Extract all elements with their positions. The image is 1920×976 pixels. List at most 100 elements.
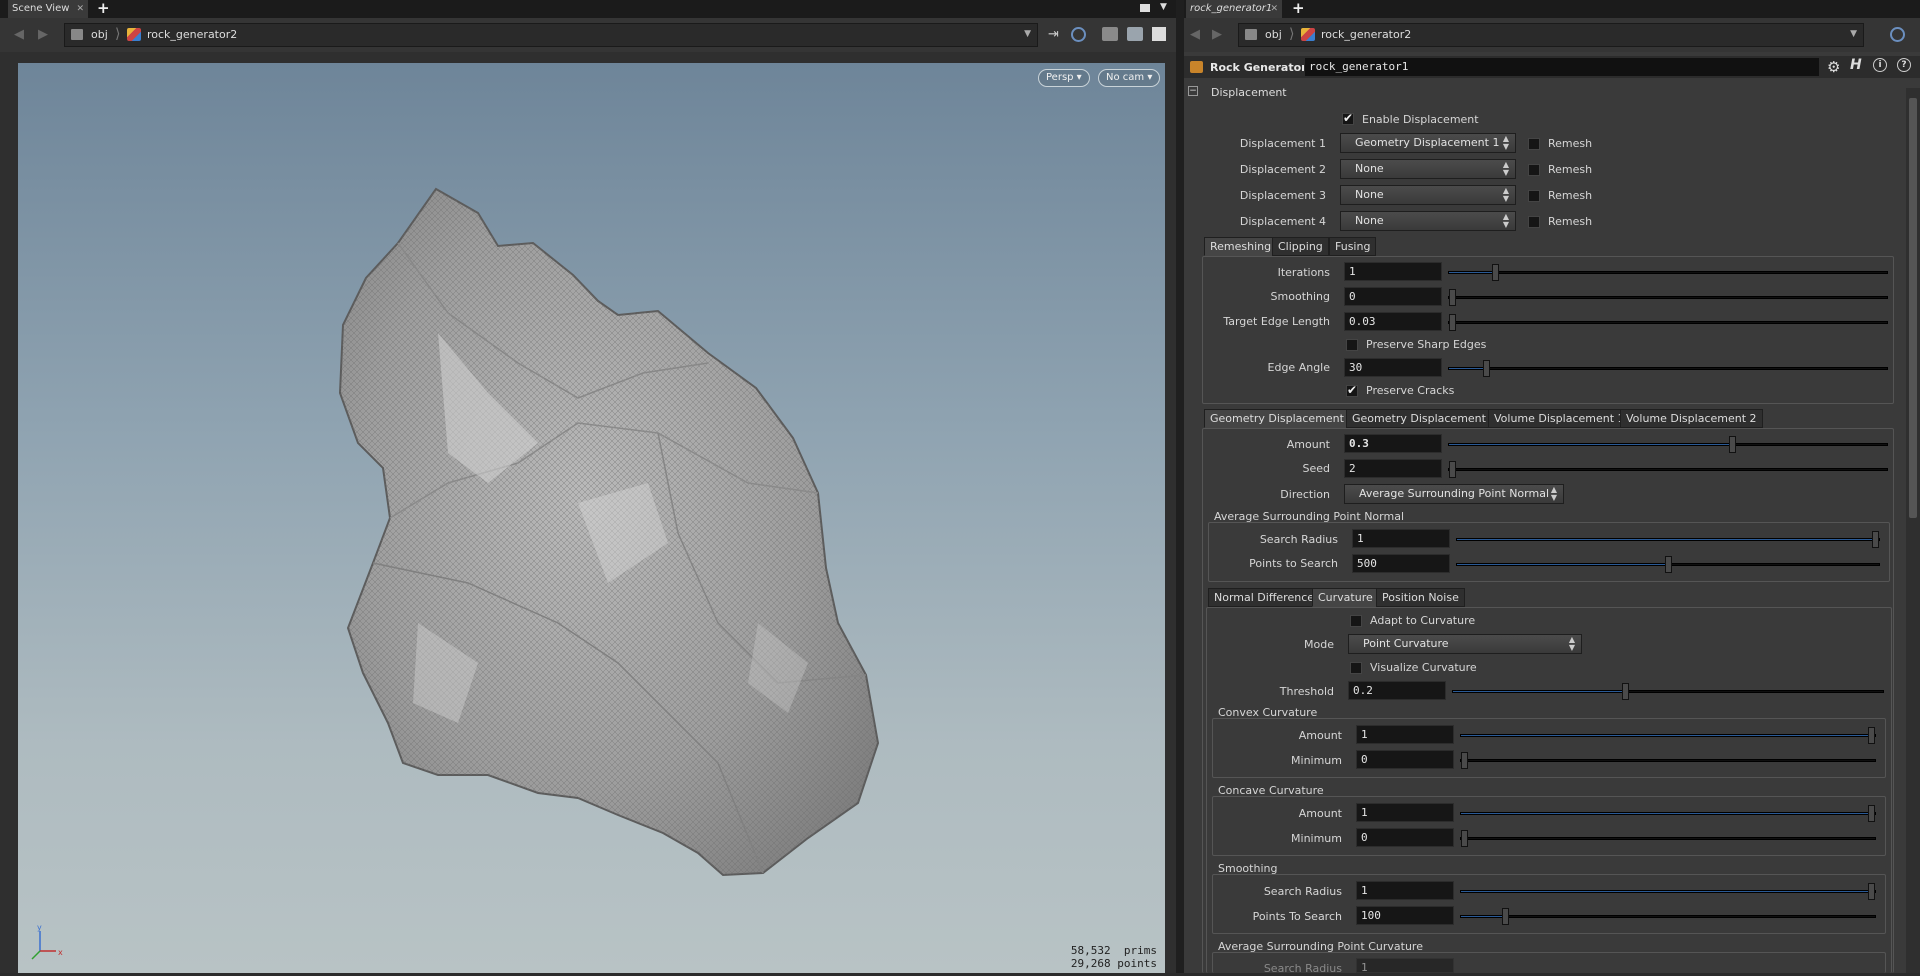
mode-menu[interactable]: Point Curvature ▲ ▼ [1348, 634, 1582, 654]
slider-handle[interactable] [1868, 727, 1875, 744]
points-to-search-slider[interactable] [1456, 556, 1880, 573]
displacement-4-menu[interactable]: None ▲ ▼ [1340, 211, 1516, 231]
slider-handle[interactable] [1665, 556, 1672, 573]
view-toggle-icon[interactable] [1152, 27, 1166, 41]
slider-handle[interactable] [1492, 264, 1499, 281]
convex-amount-field[interactable]: 1 [1356, 725, 1454, 744]
sm-radius-slider[interactable] [1460, 883, 1876, 900]
tab-fusing[interactable]: Fusing [1329, 237, 1377, 256]
add-tab-icon[interactable]: + [97, 0, 110, 17]
search-radius-field[interactable]: 1 [1352, 529, 1450, 548]
preserve-sharp-checkbox[interactable] [1346, 339, 1358, 351]
parameter-scrollbar[interactable] [1906, 88, 1920, 973]
seed-field[interactable]: 2 [1344, 459, 1442, 478]
remesh-3-checkbox[interactable] [1528, 190, 1540, 202]
edge-angle-slider[interactable] [1448, 360, 1888, 377]
back-arrow-icon[interactable]: ◀ [14, 27, 24, 42]
amount-slider[interactable] [1448, 436, 1888, 453]
pin-icon[interactable]: ⇥ [1048, 27, 1059, 42]
remesh-4-checkbox[interactable] [1528, 216, 1540, 228]
target-edge-field[interactable]: 0.03 [1344, 312, 1442, 331]
pane-divider[interactable] [1176, 0, 1184, 973]
close-icon[interactable]: ✕ [1270, 0, 1278, 18]
path-bar[interactable]: obj ⟩ rock_generator2 ▼ [64, 23, 1038, 47]
slider-handle[interactable] [1449, 289, 1456, 306]
add-tab-icon[interactable]: + [1292, 0, 1305, 17]
slider-handle[interactable] [1461, 830, 1468, 847]
forward-arrow-icon[interactable]: ▶ [1212, 27, 1222, 42]
tab-rock-generator1[interactable]: rock_generator1 ✕ [1186, 0, 1282, 18]
slider-handle[interactable] [1483, 360, 1490, 377]
tab-position-noise[interactable]: Position Noise [1376, 588, 1465, 607]
iterations-slider[interactable] [1448, 264, 1888, 281]
displacement-1-menu[interactable]: Geometry Displacement 1 ▲ ▼ [1340, 133, 1516, 153]
node-name-field[interactable]: rock_generator1 [1304, 57, 1820, 77]
convex-min-slider[interactable] [1460, 752, 1876, 769]
tab-geometry-displacement-2[interactable]: Geometry Displacement 2 [1346, 409, 1503, 428]
displacement-3-menu[interactable]: None ▲ ▼ [1340, 185, 1516, 205]
tab-geometry-displacement-1[interactable]: Geometry Displacement 1 [1204, 409, 1361, 428]
threshold-slider[interactable] [1452, 683, 1884, 700]
pane-dropdown-icon[interactable]: ▼ [1160, 2, 1167, 12]
close-icon[interactable]: ✕ [76, 0, 84, 18]
slider-handle[interactable] [1449, 461, 1456, 478]
concave-amount-slider[interactable] [1460, 805, 1876, 822]
link-icon[interactable] [1071, 27, 1086, 42]
slider-handle[interactable] [1622, 683, 1629, 700]
tab-curvature[interactable]: Curvature [1312, 588, 1379, 607]
visualize-curvature-checkbox[interactable] [1350, 662, 1362, 674]
remesh-2-checkbox[interactable] [1528, 164, 1540, 176]
concave-amount-field[interactable]: 1 [1356, 803, 1454, 822]
enable-displacement-checkbox[interactable] [1342, 111, 1354, 125]
slider-handle[interactable] [1729, 436, 1736, 453]
tab-remeshing[interactable]: Remeshing [1204, 237, 1278, 256]
path-bar[interactable]: obj ⟩ rock_generator2 ▼ [1238, 23, 1864, 47]
sm-points-field[interactable]: 100 [1356, 906, 1454, 925]
remesh-1-checkbox[interactable] [1528, 138, 1540, 150]
scrollbar-thumb[interactable] [1909, 98, 1917, 518]
direction-menu[interactable]: Average Surrounding Point Normal ▲ ▼ [1344, 484, 1564, 504]
slider-handle[interactable] [1872, 531, 1879, 548]
back-arrow-icon[interactable]: ◀ [1190, 27, 1200, 42]
convex-min-field[interactable]: 0 [1356, 750, 1454, 769]
scene-viewport[interactable]: Persp ▾ No cam ▾ x y 58,532 prims 29,268… [18, 63, 1165, 973]
tab-volume-displacement-1[interactable]: Volume Displacement 1 [1488, 409, 1631, 428]
display-options-icon[interactable] [1127, 27, 1143, 41]
path-root[interactable]: obj [91, 24, 108, 46]
seed-slider[interactable] [1448, 461, 1888, 478]
tab-normal-difference[interactable]: Normal Difference [1208, 588, 1321, 607]
slider-handle[interactable] [1502, 908, 1509, 925]
path-root[interactable]: obj [1265, 24, 1282, 46]
adapt-curvature-checkbox[interactable] [1350, 615, 1362, 627]
help-icon[interactable]: ? [1897, 58, 1911, 72]
smoothing-field[interactable]: 0 [1344, 287, 1442, 306]
edge-angle-field[interactable]: 30 [1344, 358, 1442, 377]
slider-handle[interactable] [1461, 752, 1468, 769]
link-icon[interactable] [1890, 27, 1905, 42]
slider-handle[interactable] [1449, 314, 1456, 331]
tab-volume-displacement-2[interactable]: Volume Displacement 2 [1620, 409, 1763, 428]
amount-field[interactable]: 0.3 [1344, 434, 1442, 453]
pane-menu-icon[interactable] [1140, 4, 1150, 12]
slider-handle[interactable] [1868, 805, 1875, 822]
camera-menu[interactable]: Persp ▾ [1038, 69, 1090, 87]
sm-points-slider[interactable] [1460, 908, 1876, 925]
search-radius-slider[interactable] [1456, 531, 1880, 548]
gear-icon[interactable]: ⚙ [1827, 58, 1840, 76]
sm-radius-field[interactable]: 1 [1356, 881, 1454, 900]
chevron-down-icon[interactable]: ▼ [1024, 29, 1031, 39]
slider-handle[interactable] [1868, 883, 1875, 900]
collapse-icon[interactable]: − [1188, 86, 1198, 96]
concave-min-slider[interactable] [1460, 830, 1876, 847]
forward-arrow-icon[interactable]: ▶ [38, 27, 48, 42]
displacement-2-menu[interactable]: None ▲ ▼ [1340, 159, 1516, 179]
concave-min-field[interactable]: 0 [1356, 828, 1454, 847]
info-icon[interactable]: i [1873, 58, 1887, 72]
path-node[interactable]: rock_generator2 [1321, 24, 1411, 46]
tab-scene-view[interactable]: Scene View ✕ [8, 0, 88, 18]
hda-icon[interactable]: H [1850, 57, 1862, 73]
aspc-radius-field[interactable]: 1 [1356, 958, 1454, 974]
preserve-cracks-checkbox[interactable] [1346, 383, 1358, 397]
chevron-down-icon[interactable]: ▼ [1850, 29, 1857, 39]
iterations-field[interactable]: 1 [1344, 262, 1442, 281]
